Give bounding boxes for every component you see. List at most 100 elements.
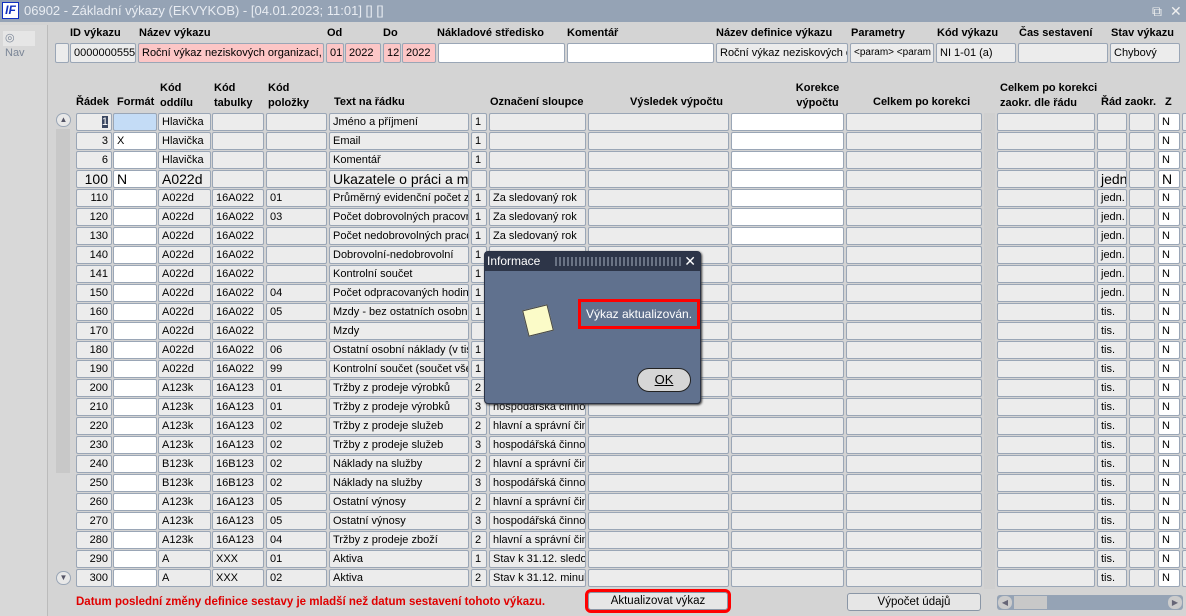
blank-cell[interactable] [1129,493,1155,511]
rad-cell[interactable]: tis. [1097,569,1127,587]
scroll-down-icon[interactable]: ▼ [56,571,71,585]
blank-cell[interactable] [1129,227,1155,245]
oddil-cell[interactable]: A022d [158,284,211,302]
tabulka-cell[interactable]: 16B123 [212,474,264,492]
rad-cell[interactable]: tis. [1097,531,1127,549]
format-cell[interactable] [113,512,157,530]
celkem-zaokr-cell[interactable] [997,379,1095,397]
oznaceni-cell[interactable]: hlavní a správní činnost [489,531,586,549]
column-no-cell[interactable]: 3 [471,436,487,454]
ok-button[interactable]: OK [637,368,691,392]
format-cell[interactable] [113,151,157,169]
z-cell[interactable]: N [1158,531,1180,549]
oddil-cell[interactable]: B123k [158,455,211,473]
celkem-zaokr-cell[interactable] [997,455,1095,473]
params-field[interactable]: <param> <param [850,43,934,63]
row-number[interactable]: 240 [76,455,112,473]
korekce-cell[interactable] [731,398,844,416]
vysledek-cell[interactable] [588,208,729,226]
column-no-cell[interactable]: 2 [471,531,487,549]
row-number[interactable]: 290 [76,550,112,568]
text-cell[interactable]: Tržby z prodeje zboží [329,531,469,549]
korekce-cell[interactable] [731,227,844,245]
rad-cell[interactable]: jedn. [1097,284,1127,302]
polozka-cell[interactable]: 02 [266,436,327,454]
oznaceni-cell[interactable]: Stav k 31.12. minulého [489,569,586,587]
celkem-cell[interactable] [846,151,982,169]
rad-cell[interactable]: jedn. [1097,265,1127,283]
blank-cell[interactable] [1129,512,1155,530]
polozka-cell[interactable]: 05 [266,493,327,511]
tabulka-cell[interactable] [212,170,264,188]
extra-cell[interactable] [1182,151,1186,169]
z-cell[interactable]: N [1158,512,1180,530]
korekce-cell[interactable] [731,417,844,435]
celkem-cell[interactable] [846,436,982,454]
text-cell[interactable]: Mzdy - bez ostatních osobních [329,303,469,321]
id-field[interactable]: 0000000555 [70,43,136,63]
rad-cell[interactable]: jedn. [1097,208,1127,226]
column-no-cell[interactable] [471,170,487,188]
korekce-cell[interactable] [731,531,844,549]
oznaceni-cell[interactable] [489,151,586,169]
polozka-cell[interactable]: 06 [266,341,327,359]
korekce-cell[interactable] [731,550,844,568]
extra-cell[interactable] [1182,322,1186,340]
z-cell[interactable]: N [1158,113,1180,131]
celkem-zaokr-cell[interactable] [997,151,1095,169]
z-cell[interactable]: N [1158,227,1180,245]
blank-cell[interactable] [1129,284,1155,302]
text-cell[interactable]: Tržby z prodeje služeb [329,417,469,435]
row-number[interactable]: 160 [76,303,112,321]
celkem-cell[interactable] [846,189,982,207]
row-number[interactable]: 260 [76,493,112,511]
rad-cell[interactable]: tis. [1097,550,1127,568]
rad-cell[interactable]: tis. [1097,436,1127,454]
extra-cell[interactable] [1182,512,1186,530]
column-no-cell[interactable]: 3 [471,474,487,492]
extra-cell[interactable] [1182,303,1186,321]
z-cell[interactable]: N [1158,170,1180,188]
extra-cell[interactable] [1182,550,1186,568]
column-no-cell[interactable]: 2 [471,493,487,511]
tabulka-cell[interactable]: 16A022 [212,322,264,340]
dialog-close-icon[interactable]: ✕ [684,252,696,271]
state-field[interactable]: Chybový [1110,43,1180,63]
blank-cell[interactable] [1129,208,1155,226]
vysledek-cell[interactable] [588,455,729,473]
row-number[interactable]: 130 [76,227,112,245]
vysledek-cell[interactable] [588,512,729,530]
oddil-cell[interactable]: A022d [158,303,211,321]
celkem-zaokr-cell[interactable] [997,493,1095,511]
tabulka-cell[interactable]: 16A123 [212,512,264,530]
korekce-cell[interactable] [731,379,844,397]
z-cell[interactable]: N [1158,151,1180,169]
text-cell[interactable]: Počet dobrovolných pracovníků [329,208,469,226]
polozka-cell[interactable]: 05 [266,303,327,321]
text-cell[interactable]: Průměrný evidenční počet zaměstnanců [329,189,469,207]
format-cell[interactable] [113,341,157,359]
rad-cell[interactable] [1097,113,1127,131]
polozka-cell[interactable]: 01 [266,398,327,416]
tabulka-cell[interactable]: 16A123 [212,436,264,454]
row-number[interactable]: 270 [76,512,112,530]
celkem-cell[interactable] [846,341,982,359]
rad-cell[interactable]: tis. [1097,341,1127,359]
polozka-cell[interactable] [266,227,327,245]
oznaceni-cell[interactable]: hospodářská činnost [489,512,586,530]
row-number[interactable]: 141 [76,265,112,283]
celkem-zaokr-cell[interactable] [997,360,1095,378]
rad-cell[interactable]: tis. [1097,493,1127,511]
korekce-cell[interactable] [731,436,844,454]
tabulka-cell[interactable]: 16A123 [212,379,264,397]
celkem-zaokr-cell[interactable] [997,246,1095,264]
format-cell[interactable] [113,189,157,207]
celkem-zaokr-cell[interactable] [997,284,1095,302]
celkem-zaokr-cell[interactable] [997,132,1095,150]
oznaceni-cell[interactable]: Za sledovaný rok [489,227,586,245]
text-cell[interactable]: Aktiva [329,569,469,587]
rad-cell[interactable]: tis. [1097,455,1127,473]
vysledek-cell[interactable] [588,474,729,492]
comment-field[interactable] [567,43,714,63]
celkem-cell[interactable] [846,132,982,150]
